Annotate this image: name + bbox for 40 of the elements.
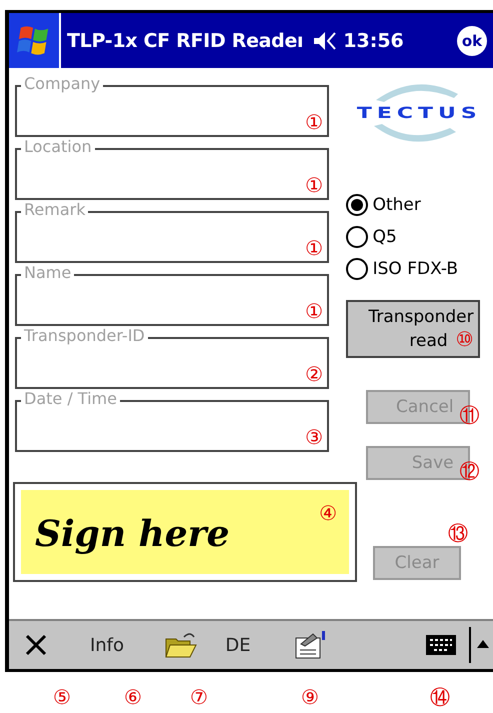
callout-number: ①: [305, 111, 323, 133]
radio-button[interactable]: [346, 226, 368, 248]
callout-number: ④: [319, 502, 337, 524]
transponder-read-button[interactable]: Transponder read ⑩: [346, 300, 480, 358]
form-icon[interactable]: [293, 630, 327, 660]
speaker-icon[interactable]: [313, 30, 338, 52]
window-title: TLP-1x CF RFID Readeı: [67, 30, 304, 52]
ok-button[interactable]: ok: [457, 26, 487, 56]
callout-number: ②: [305, 363, 323, 385]
signature-pad[interactable]: Sign here ④: [13, 482, 357, 582]
field-label: Company: [21, 74, 104, 94]
callout-number: ⑤: [53, 686, 71, 708]
logo-text: TECTUS: [356, 104, 482, 122]
radio-label: Other: [372, 195, 421, 215]
callout-number: ⑩: [456, 327, 474, 351]
callout-number: ③: [305, 426, 323, 448]
radio-option[interactable]: Other: [346, 194, 493, 216]
folder-icon[interactable]: [164, 631, 198, 659]
callout-number: ①: [305, 300, 323, 322]
menu-item[interactable]: Info: [90, 634, 124, 656]
menu-item[interactable]: DE: [225, 634, 251, 656]
callout-number: ①: [305, 237, 323, 259]
radio-button[interactable]: [346, 258, 368, 280]
callout-number: ①: [305, 174, 323, 196]
radio-button[interactable]: [346, 194, 368, 216]
radio-label: Q5: [372, 227, 397, 247]
callout-number: ⑥: [124, 686, 142, 708]
callout-number: ⑦: [190, 686, 208, 708]
signature-prompt: Sign here: [35, 513, 230, 555]
callout-number: ⑨: [301, 686, 319, 708]
radio-label: ISO FDX-B: [372, 259, 458, 279]
close-icon[interactable]: [24, 633, 48, 657]
radio-option[interactable]: ISO FDX-B: [346, 258, 493, 280]
radio-option[interactable]: Q5: [346, 226, 493, 248]
clock-time[interactable]: 13:56: [343, 30, 404, 52]
callout-number: ⑭: [430, 686, 450, 708]
callout-number: ⑬: [448, 522, 468, 544]
keyboard-icon[interactable]: [425, 634, 457, 656]
caret-up-icon[interactable]: [476, 639, 490, 649]
field-label: Transponder-ID: [21, 326, 148, 346]
